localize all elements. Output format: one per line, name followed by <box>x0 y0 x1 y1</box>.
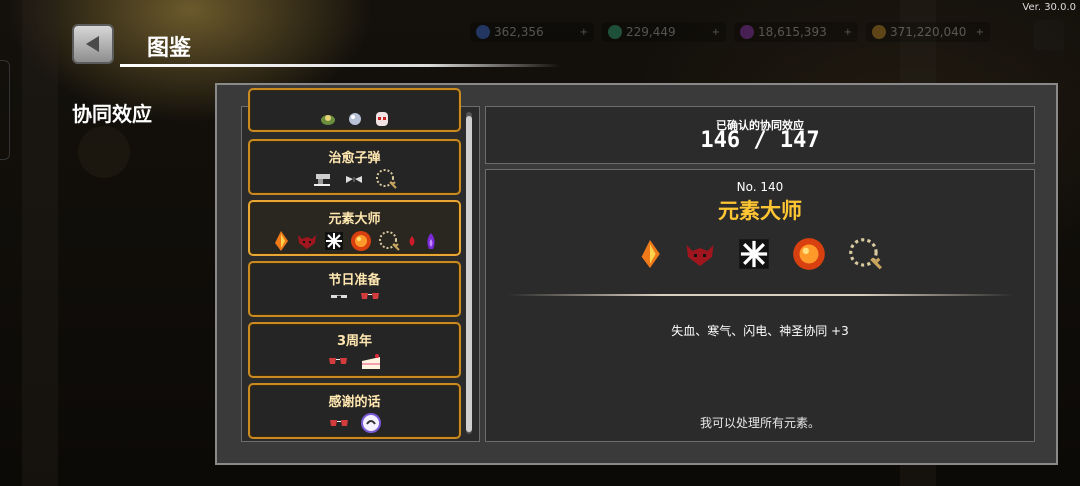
list-item-element-master[interactable]: 元素大师 <box>248 200 461 256</box>
side-drawer-handle[interactable] <box>0 60 10 160</box>
plus-icon: + <box>975 26 984 38</box>
menu-button[interactable] <box>1034 20 1064 50</box>
cake-icon <box>361 354 380 369</box>
section-label: 协同效应 <box>72 102 152 126</box>
currency-value: 18,615,393 <box>758 25 827 39</box>
mask-icon <box>375 112 388 126</box>
demon-icon[interactable] <box>682 238 718 270</box>
red-glasses-icon <box>360 293 379 299</box>
item-icons <box>250 290 459 302</box>
back-arrow-icon <box>86 36 99 52</box>
item-title: 节日准备 <box>328 273 381 288</box>
item-icons <box>250 412 459 434</box>
red-glasses-icon <box>329 420 348 426</box>
synergy-item-icons <box>486 234 1034 274</box>
blood-drop-icon <box>409 236 414 246</box>
gold-icon <box>872 25 886 39</box>
currency-value: 229,449 <box>626 25 676 39</box>
orb-icon <box>348 113 361 125</box>
gem-icon <box>608 25 622 39</box>
currency-gold[interactable]: 371,220,040 + <box>866 22 990 42</box>
list-item[interactable] <box>248 88 461 132</box>
demon-icon <box>297 235 316 249</box>
fire-crystal-icon[interactable] <box>636 234 664 274</box>
item-title: 感谢的话 <box>328 395 381 410</box>
currency-gem[interactable]: 229,449 + <box>602 22 726 42</box>
fire-orb-icon[interactable] <box>790 235 828 273</box>
synergy-effect: 失血、寒气、闪电、神圣协同 +3 <box>671 324 849 338</box>
synergy-count-box: 已确认的协同效应 146 / 147 <box>485 106 1035 164</box>
title-underline <box>120 64 560 67</box>
detail-divider <box>508 294 1014 296</box>
snowflake-icon[interactable] <box>736 236 772 272</box>
list-item-healing-bullet[interactable]: 治愈子弹 <box>248 139 461 195</box>
list-item-thank-you[interactable]: 感谢的话 <box>248 383 461 439</box>
red-glasses-icon <box>328 358 347 364</box>
glasses-icon <box>330 295 347 298</box>
purple-flame-icon <box>426 233 435 249</box>
list-scrollbar-thumb[interactable] <box>466 116 472 432</box>
item-title: 元素大师 <box>328 212 381 227</box>
wings-icon <box>345 176 362 183</box>
rosary-icon <box>378 231 400 251</box>
snowflake-icon <box>324 232 343 250</box>
healing-item-icon <box>320 115 335 125</box>
rosary-icon[interactable] <box>846 236 884 272</box>
list-item-3rd-anniversary[interactable]: 3周年 <box>248 322 461 378</box>
page-title: 图鉴 <box>147 36 192 61</box>
letter-icon <box>360 413 381 433</box>
version-label: Ver. 30.0.0 <box>1022 2 1076 13</box>
item-icons <box>250 110 459 128</box>
fire-orb-icon <box>350 231 371 251</box>
synergy-title: 元素大师 <box>718 199 802 223</box>
item-icons <box>250 229 459 253</box>
currency-bar: 362,356 + 229,449 + 18,615,393 + 371,220… <box>470 22 990 42</box>
diamond-icon <box>476 25 490 39</box>
currency-value: 371,220,040 <box>890 25 967 39</box>
plus-icon: + <box>843 26 852 38</box>
currency-diamond[interactable]: 362,356 + <box>470 22 594 42</box>
synergy-description: 我可以处理所有元素。 <box>699 416 820 430</box>
crystal-icon <box>740 25 754 39</box>
item-icons <box>250 168 459 190</box>
list-item-holiday-prep[interactable]: 节日准备 <box>248 261 461 317</box>
item-title: 治愈子弹 <box>328 151 381 166</box>
background-pillar <box>22 0 58 486</box>
currency-value: 362,356 <box>494 25 544 39</box>
rosary-icon <box>375 169 397 189</box>
synergy-count-value: 146 / 147 <box>700 128 820 153</box>
item-title: 3周年 <box>336 334 373 349</box>
synergy-detail: No. 140 元素大师 失血、寒气、闪电、神圣协同 +3 我可以处理所有元素。 <box>485 169 1035 442</box>
back-button[interactable] <box>72 24 114 64</box>
currency-crystal[interactable]: 18,615,393 + <box>734 22 858 42</box>
item-icons <box>250 351 459 371</box>
synergy-number: No. 140 <box>736 180 784 194</box>
plus-icon: + <box>579 26 588 38</box>
pistol-icon <box>313 174 330 186</box>
faded-badge-icon <box>78 126 130 178</box>
plus-icon: + <box>711 26 720 38</box>
fire-crystal-icon <box>274 231 288 251</box>
